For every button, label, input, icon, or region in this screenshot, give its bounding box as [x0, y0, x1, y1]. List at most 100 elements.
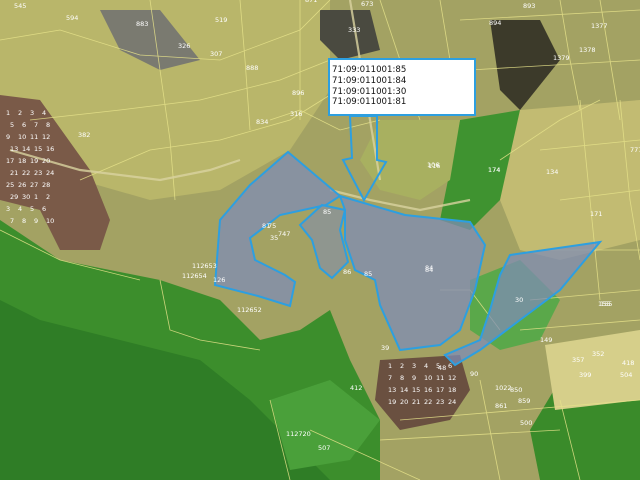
- house-number-label: 3: [6, 205, 10, 213]
- house-number-label: 21: [10, 169, 18, 177]
- plot-number-label: 86: [343, 268, 351, 276]
- house-number-label: 15: [34, 145, 42, 153]
- plot-number-label: 382: [78, 131, 90, 139]
- plot-number-label: 594: [66, 14, 78, 22]
- house-number-label: 17: [436, 386, 444, 394]
- plot-number-label: 861: [495, 402, 507, 410]
- house-number-label: 2: [400, 362, 404, 370]
- house-number-label: 10: [46, 217, 54, 225]
- house-number-label: 3: [30, 109, 34, 117]
- house-number-label: 11: [436, 374, 444, 382]
- plot-number-label: 326: [178, 42, 190, 50]
- house-number-label: 1: [6, 109, 10, 117]
- cadastral-map[interactable]: 545 594 883 519 326 307 871 673 333 894 893 1377 137…: [0, 0, 640, 480]
- plot-number-label: 1377: [591, 22, 608, 30]
- plot-number-label: 777: [630, 146, 640, 154]
- house-number-label: 12: [42, 133, 50, 141]
- plot-number-label: 507: [318, 444, 330, 452]
- house-number-label: 16: [424, 386, 432, 394]
- house-number-label: 8: [46, 121, 50, 129]
- plot-number-label: 39: [381, 344, 389, 352]
- plot-number-label: 307: [210, 50, 222, 58]
- house-number-label: 8: [400, 374, 404, 382]
- house-number-label: 2: [46, 193, 50, 201]
- house-number-label: 5: [436, 362, 440, 370]
- plot-number-label: 126: [213, 276, 225, 284]
- plot-number-label: 316: [290, 110, 302, 118]
- house-number-label: 6: [448, 362, 452, 370]
- plot-number-label: 399: [579, 371, 591, 379]
- plot-number-label: 1379: [553, 54, 570, 62]
- house-number-label: 9: [6, 133, 10, 141]
- house-number-label: 9: [34, 217, 38, 225]
- cadastral-number[interactable]: 71:09:011001:30: [332, 87, 474, 98]
- plot-number-label: 888: [246, 64, 258, 72]
- house-number-label: 11: [30, 133, 38, 141]
- plot-number-label: 134: [546, 168, 558, 176]
- field-area: [500, 100, 640, 260]
- plot-number-label: 545: [14, 2, 26, 10]
- cadastral-number[interactable]: 71:09:011001:84: [332, 76, 474, 87]
- plot-number-label: 149: [540, 336, 552, 344]
- plot-number-label: 112720: [286, 430, 311, 438]
- house-number-label: 18: [448, 386, 456, 394]
- map-canvas[interactable]: 545594883 519326307871 6733338948931377137…: [0, 0, 640, 480]
- house-number-label: 6: [42, 205, 46, 213]
- plot-number-label: 894: [489, 19, 501, 27]
- cadastral-number[interactable]: 71:09:011001:81: [332, 97, 474, 108]
- plot-number-label: 834: [256, 118, 268, 126]
- plot-number-label: 352: [592, 350, 604, 358]
- plot-number-label: 112654: [182, 272, 207, 280]
- plot-number-label: 673: [361, 0, 373, 8]
- house-number-label: 20: [400, 398, 408, 406]
- plot-number-label: 504: [620, 371, 632, 379]
- house-number-label: 5: [30, 205, 34, 213]
- house-number-label: 10: [18, 133, 26, 141]
- plot-number-label: 171: [590, 210, 602, 218]
- house-number-label: 25: [6, 181, 14, 189]
- plot-number-label: 850: [510, 386, 522, 394]
- plot-number-label: 357: [572, 356, 584, 364]
- house-number-label: 13: [10, 145, 18, 153]
- plot-number-label: 859: [518, 397, 530, 405]
- house-number-label: 7: [10, 217, 14, 225]
- house-number-label: 5: [10, 121, 14, 129]
- plot-number-label: 893: [523, 2, 535, 10]
- house-number-label: 28: [42, 181, 50, 189]
- house-number-label: 6: [22, 121, 26, 129]
- house-number-label: 7: [34, 121, 38, 129]
- selected-parcel-number: 30: [515, 296, 523, 304]
- house-number-label: 4: [42, 109, 46, 117]
- cadastral-number[interactable]: 71:09:011001:85: [332, 65, 474, 76]
- plot-number-label: 112653: [192, 262, 217, 270]
- plot-number-label: 112652: [237, 306, 262, 314]
- plot-number-label: 85: [364, 270, 372, 278]
- house-number-label: 1: [34, 193, 38, 201]
- plot-number-label: 519: [215, 16, 227, 24]
- house-number-label: 24: [46, 169, 54, 177]
- house-number-label: 23: [34, 169, 42, 177]
- house-number-label: 16: [46, 145, 54, 153]
- selected-parcel-number: 81: [262, 222, 270, 230]
- house-number-label: 17: [6, 157, 14, 165]
- plot-number-label: 871: [305, 0, 317, 4]
- house-number-label: 27: [30, 181, 38, 189]
- house-number-label: 9: [412, 374, 416, 382]
- house-number-label: 22: [424, 398, 432, 406]
- plot-number-label: 500: [520, 419, 532, 427]
- house-number-label: 29: [10, 193, 18, 201]
- plot-number-label: 174: [488, 166, 500, 174]
- plot-number-label: 155: [598, 300, 610, 308]
- house-number-label: 20: [42, 157, 50, 165]
- house-number-label: 14: [22, 145, 30, 153]
- cadastral-number-callout: 71:09:011001:85 71:09:011001:84 71:09:01…: [328, 58, 476, 116]
- plot-number-label: 412: [350, 384, 362, 392]
- house-number-label: 12: [448, 374, 456, 382]
- plot-number-label: 116: [428, 162, 440, 170]
- plot-number-label: 418: [622, 359, 634, 367]
- house-number-label: 4: [18, 205, 22, 213]
- house-number-label: 4: [424, 362, 428, 370]
- house-number-label: 22: [22, 169, 30, 177]
- house-number-label: 26: [18, 181, 26, 189]
- house-number-label: 3: [412, 362, 416, 370]
